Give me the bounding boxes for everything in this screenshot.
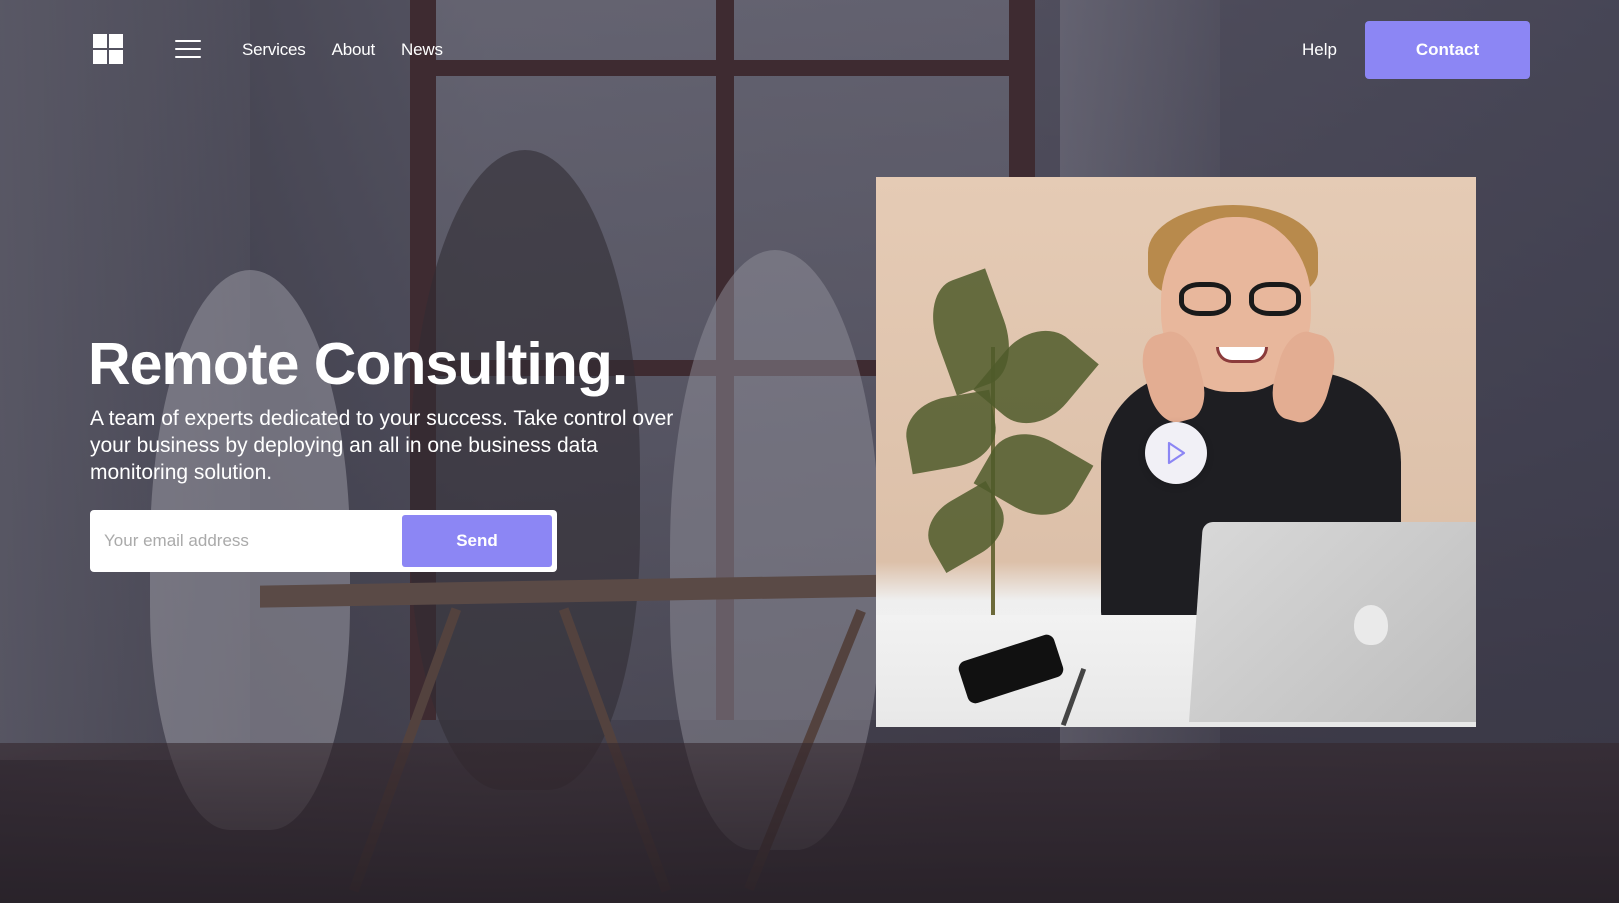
four-squares-logo-icon[interactable] bbox=[93, 34, 123, 64]
laptop bbox=[1189, 522, 1476, 722]
email-input[interactable] bbox=[95, 515, 402, 567]
email-signup-form: Send bbox=[90, 510, 557, 572]
apple-logo bbox=[1354, 605, 1388, 645]
nav-link-news[interactable]: News bbox=[401, 40, 443, 60]
send-button[interactable]: Send bbox=[402, 515, 552, 567]
play-button[interactable] bbox=[1145, 422, 1207, 484]
help-link[interactable]: Help bbox=[1302, 40, 1337, 60]
main-nav: Services About News bbox=[242, 40, 469, 60]
hero-subtitle: A team of experts dedicated to your succ… bbox=[90, 407, 674, 484]
site-header: Services About News Help Contact bbox=[0, 0, 1619, 100]
smile bbox=[1216, 347, 1268, 363]
nav-link-services[interactable]: Services bbox=[242, 40, 306, 60]
nav-link-about[interactable]: About bbox=[332, 40, 376, 60]
play-icon bbox=[1167, 441, 1186, 465]
glasses bbox=[1179, 282, 1304, 316]
hero-title: Remote Consulting. bbox=[88, 331, 628, 397]
hamburger-menu-icon[interactable] bbox=[175, 40, 201, 58]
contact-button[interactable]: Contact bbox=[1365, 21, 1530, 79]
